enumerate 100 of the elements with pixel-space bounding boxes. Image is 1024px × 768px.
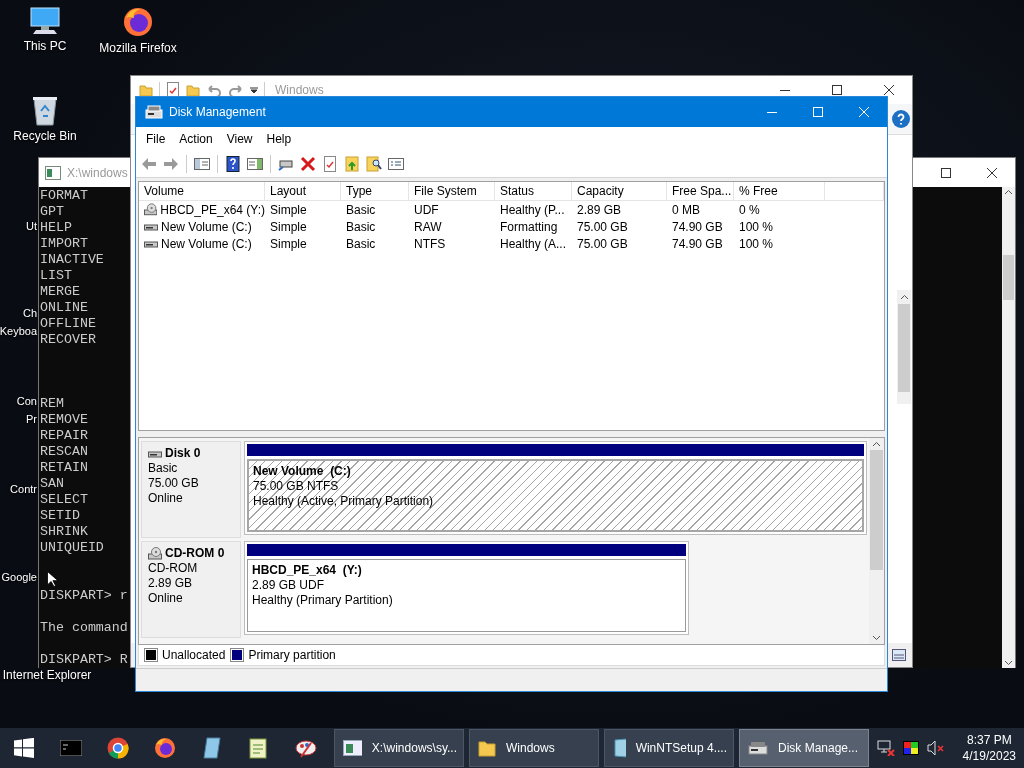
table-cell-text: Healthy (P... xyxy=(499,202,566,217)
disk-management-icon xyxy=(748,740,768,756)
console-icon xyxy=(45,165,61,180)
folder-up-icon[interactable] xyxy=(344,155,360,172)
scrollbar[interactable] xyxy=(1002,187,1015,668)
desktop-icon-label[interactable]: Recycle Bin xyxy=(13,129,77,144)
column-header[interactable]: Type xyxy=(341,182,409,200)
console-line: SAN xyxy=(40,476,64,492)
list-icon[interactable] xyxy=(388,155,404,172)
setup-icon xyxy=(613,738,626,758)
properties-icon[interactable] xyxy=(322,155,338,172)
maximize-icon[interactable] xyxy=(941,167,951,178)
console-line: FORMAT xyxy=(40,188,88,204)
scroll-down-icon[interactable] xyxy=(1004,660,1013,666)
disk-name: CD-ROM 0 xyxy=(165,546,225,561)
table-cell-text: Simple xyxy=(269,202,308,217)
browser-icon[interactable] xyxy=(106,737,129,759)
computer-icon xyxy=(29,6,61,36)
desktop-icon-label[interactable]: Contr xyxy=(10,482,37,497)
column-header[interactable]: File System xyxy=(409,182,495,200)
desktop-icon-label[interactable]: Con xyxy=(16,394,37,409)
table-cell-text: NTFS xyxy=(413,236,447,251)
disk-info-panel[interactable]: CD-ROM 0 CD-ROM 2.89 GB Online xyxy=(141,541,241,638)
console-tree-icon[interactable] xyxy=(194,155,210,172)
desktop-icon-label[interactable]: Pr xyxy=(26,412,37,427)
disk-info-panel[interactable]: Disk 0 Basic 75.00 GB Online xyxy=(141,441,241,538)
scroll-up-icon[interactable] xyxy=(1004,189,1013,195)
disk-type: Basic xyxy=(148,461,179,476)
mouse-pointer-icon xyxy=(47,571,58,587)
console-line: RETAIN xyxy=(40,460,88,476)
scroll-thumb[interactable] xyxy=(1003,255,1014,300)
scroll-up-icon[interactable] xyxy=(872,441,881,447)
browser-icon[interactable] xyxy=(153,737,176,759)
disk-management-icon xyxy=(145,104,163,120)
paint-icon[interactable] xyxy=(294,737,317,759)
console-line: SETID xyxy=(40,508,80,524)
desktop-icon-label[interactable]: Ut xyxy=(26,219,37,234)
table-cell-text: 100 % xyxy=(738,236,775,251)
column-header[interactable]: Capacity xyxy=(572,182,667,200)
network-icon[interactable] xyxy=(876,740,895,756)
taskbar-button[interactable]: WinNTSetup 4.... xyxy=(604,729,734,767)
close-icon[interactable] xyxy=(987,167,997,178)
table-cell-text: Formatting xyxy=(499,219,559,234)
undo-icon[interactable] xyxy=(206,83,222,97)
table-cell-text: 74.90 GB xyxy=(671,236,724,251)
scroll-up-icon[interactable] xyxy=(899,294,909,300)
console-line: HELP xyxy=(40,220,72,236)
table-cell: HBCD_PE_x64 (Y:) xyxy=(139,202,265,217)
clock[interactable]: 8:37 PM 4/19/2023 xyxy=(962,732,1016,764)
terminal-icon[interactable] xyxy=(59,740,82,756)
taskbar-button[interactable]: Windows xyxy=(469,729,599,767)
menu-item[interactable]: View xyxy=(219,129,260,148)
scroll-thumb[interactable] xyxy=(898,304,910,392)
menu-item[interactable]: Help xyxy=(259,129,299,148)
column-header[interactable]: Free Spa... xyxy=(667,182,734,200)
details-view-icon[interactable] xyxy=(892,649,906,661)
help-icon[interactable] xyxy=(225,155,241,172)
column-header[interactable]: Layout xyxy=(265,182,341,200)
action-pane-icon[interactable] xyxy=(247,155,263,172)
folder-search-icon[interactable] xyxy=(366,155,382,172)
taskbar-button[interactable]: X:\windows\sy... xyxy=(334,729,464,767)
start-icon[interactable] xyxy=(13,738,34,758)
forward-arrow-icon[interactable] xyxy=(163,155,179,172)
menu-item[interactable]: File xyxy=(139,129,173,148)
console-line: INACTIVE xyxy=(40,252,104,268)
speaker-muted-icon[interactable] xyxy=(926,740,945,756)
partition-status: Healthy (Active, Primary Partition) xyxy=(253,494,435,509)
table-cell-text: 75.00 GB xyxy=(576,236,629,251)
text-editor-icon[interactable] xyxy=(248,737,269,759)
taskbar-button[interactable]: Disk Manage... xyxy=(739,729,869,767)
maximize-icon[interactable] xyxy=(832,85,842,95)
column-header[interactable]: Volume xyxy=(139,182,265,200)
desktop-icon-label[interactable]: Keyboa xyxy=(0,324,37,339)
table-cell-text: Simple xyxy=(269,236,308,251)
close-icon[interactable] xyxy=(884,85,894,95)
scrollbar[interactable] xyxy=(897,290,911,404)
column-header[interactable]: % Free xyxy=(734,182,825,200)
table-cell-text: 2.89 GB xyxy=(576,202,623,217)
delete-icon[interactable] xyxy=(300,155,316,172)
display-icon[interactable] xyxy=(902,741,919,755)
desktop-icon-label[interactable]: This PC xyxy=(23,39,67,54)
scroll-thumb[interactable] xyxy=(870,450,883,570)
table-cell-text: 74.90 GB xyxy=(671,219,724,234)
cd-drive-icon xyxy=(148,547,162,560)
desktop-icon-label[interactable]: Ch xyxy=(22,306,37,321)
desktop-icon-label[interactable]: Internet Explorer xyxy=(2,668,92,683)
partition-block[interactable]: HBCD_PE_x64 (Y:) 2.89 GB UDF Healthy (Primary Partition) xyxy=(244,541,690,635)
dropdown-icon[interactable] xyxy=(250,86,258,94)
partition-block[interactable]: New Volume (C:) 75.00 GB NTFS Healthy (Active, Primary Partition) xyxy=(244,441,867,535)
desktop-icon-label[interactable]: Google xyxy=(1,570,37,585)
disk-status: Online xyxy=(148,491,184,506)
scroll-down-icon[interactable] xyxy=(872,635,881,641)
column-header[interactable]: Status xyxy=(495,182,572,200)
desktop-icon-label[interactable]: Mozilla Firefox xyxy=(99,41,177,56)
table-cell-text: RAW xyxy=(413,219,443,234)
menu-item[interactable]: Action xyxy=(172,129,220,148)
console-line: DISKPART> r xyxy=(40,588,128,604)
console-line: SHRINK xyxy=(40,524,88,540)
redo-icon[interactable] xyxy=(228,83,244,97)
scrollbar[interactable] xyxy=(869,438,884,644)
